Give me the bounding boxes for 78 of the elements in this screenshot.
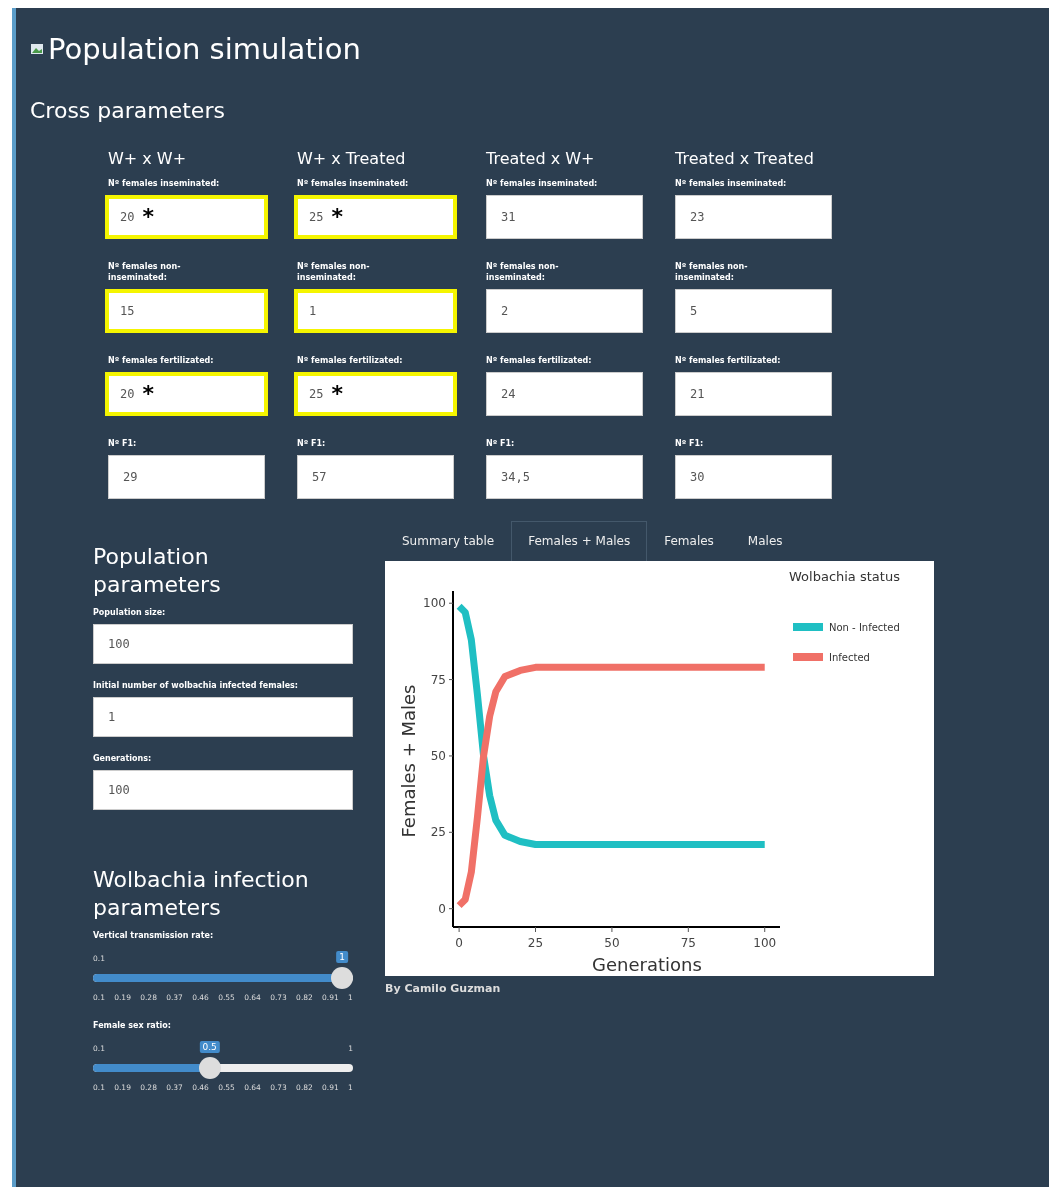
legend-label: Infected bbox=[829, 652, 870, 663]
asterisk-mark: * bbox=[142, 206, 154, 228]
slider-thumb[interactable] bbox=[331, 967, 353, 989]
input-field[interactable]: 29 bbox=[108, 455, 265, 499]
x-tick-label: 25 bbox=[527, 936, 544, 950]
input-field[interactable]: 1 bbox=[294, 289, 457, 333]
y-axis-title: Females + Males bbox=[398, 684, 419, 838]
y-tick-label: 50 bbox=[430, 748, 446, 763]
field-label: Nº F1: bbox=[675, 438, 705, 449]
asterisk-mark: * bbox=[331, 383, 343, 405]
field-label: Population size: bbox=[93, 607, 167, 618]
field-label: Generations: bbox=[93, 753, 153, 764]
section-heading: Cross parameters bbox=[30, 98, 226, 123]
input-field[interactable]: 21 bbox=[675, 372, 832, 416]
slider-label: Vertical transmission rate: bbox=[93, 930, 215, 941]
slider[interactable] bbox=[93, 1057, 353, 1079]
input-field[interactable]: 20 * bbox=[105, 372, 268, 416]
field-label: Nº females fertilizated: bbox=[297, 355, 404, 366]
x-tick-label: 50 bbox=[604, 936, 620, 950]
field-label: Nº females inseminated: bbox=[297, 178, 410, 189]
field-label: Nº females fertilizated: bbox=[675, 355, 782, 366]
field-label: Nº females inseminated: bbox=[486, 178, 599, 189]
column-heading: W+ x Treated bbox=[297, 149, 407, 168]
slider-label: Female sex ratio: bbox=[93, 1020, 172, 1031]
column-heading: Treated x W+ bbox=[486, 149, 596, 168]
page-title: Population simulation bbox=[48, 32, 361, 66]
asterisk-mark: * bbox=[331, 206, 343, 228]
input-field[interactable]: 30 bbox=[675, 455, 832, 499]
section-heading: Wolbachia infection parameters bbox=[93, 866, 310, 922]
tab[interactable]: Females bbox=[647, 521, 731, 561]
legend-title: Wolbachia status bbox=[789, 569, 900, 584]
broken-image-icon bbox=[30, 42, 44, 56]
input-field[interactable]: 25 * bbox=[294, 195, 457, 239]
input-field[interactable]: 100 bbox=[93, 770, 353, 810]
y-tick-label: 0 bbox=[438, 901, 446, 916]
input-field[interactable]: 100 bbox=[93, 624, 353, 664]
field-label: Nº females non-inseminated: bbox=[486, 261, 560, 283]
column-heading: W+ x W+ bbox=[108, 149, 188, 168]
field-label: Nº females inseminated: bbox=[108, 178, 221, 189]
y-tick-label: 75 bbox=[430, 672, 446, 687]
field-label: Nº F1: bbox=[108, 438, 138, 449]
field-label: Nº females fertilizated: bbox=[108, 355, 215, 366]
slider-value: 1 bbox=[336, 951, 348, 963]
field-label: Initial number of wolbachia infected females: bbox=[93, 680, 299, 691]
field-label: Nº females non-inseminated: bbox=[675, 261, 749, 283]
column-heading: Treated x Treated bbox=[675, 149, 815, 168]
input-field[interactable]: 5 bbox=[675, 289, 832, 333]
y-tick-label: 100 bbox=[423, 596, 446, 611]
input-field[interactable]: 23 bbox=[675, 195, 832, 239]
x-axis-title: Generations bbox=[592, 954, 702, 975]
section-heading: Population parameters bbox=[93, 543, 222, 599]
asterisk-mark: * bbox=[142, 383, 154, 405]
input-field[interactable]: 24 bbox=[486, 372, 643, 416]
field-label: Nº females fertilizated: bbox=[486, 355, 593, 366]
slider-thumb[interactable] bbox=[198, 1057, 221, 1079]
credit-text: By Camilo Guzman bbox=[385, 982, 502, 995]
field-label: Nº females non-inseminated: bbox=[297, 261, 371, 283]
tab[interactable]: Summary table bbox=[385, 521, 512, 561]
field-label: Nº females non-inseminated: bbox=[108, 261, 182, 283]
tab[interactable]: Males bbox=[730, 521, 800, 561]
x-tick-label: 0 bbox=[455, 936, 463, 950]
x-tick-label: 100 bbox=[753, 936, 777, 950]
input-field[interactable]: 1 bbox=[93, 697, 353, 737]
y-tick-label: 25 bbox=[430, 825, 446, 840]
input-field[interactable]: 34,5 bbox=[486, 455, 643, 499]
input-field[interactable]: 2 bbox=[486, 289, 643, 333]
input-field[interactable]: 15 bbox=[105, 289, 268, 333]
field-label: Nº females inseminated: bbox=[675, 178, 788, 189]
input-field[interactable]: 57 bbox=[297, 455, 454, 499]
slider[interactable] bbox=[93, 967, 353, 989]
slider-value: 0.5 bbox=[199, 1041, 220, 1053]
input-field[interactable]: 25 * bbox=[294, 372, 457, 416]
field-label: Nº F1: bbox=[486, 438, 516, 449]
x-tick-label: 75 bbox=[680, 936, 696, 950]
field-label: Nº F1: bbox=[297, 438, 327, 449]
legend-label: Non - Infected bbox=[829, 622, 900, 633]
input-field[interactable]: 20 * bbox=[105, 195, 268, 239]
input-field[interactable]: 31 bbox=[486, 195, 643, 239]
